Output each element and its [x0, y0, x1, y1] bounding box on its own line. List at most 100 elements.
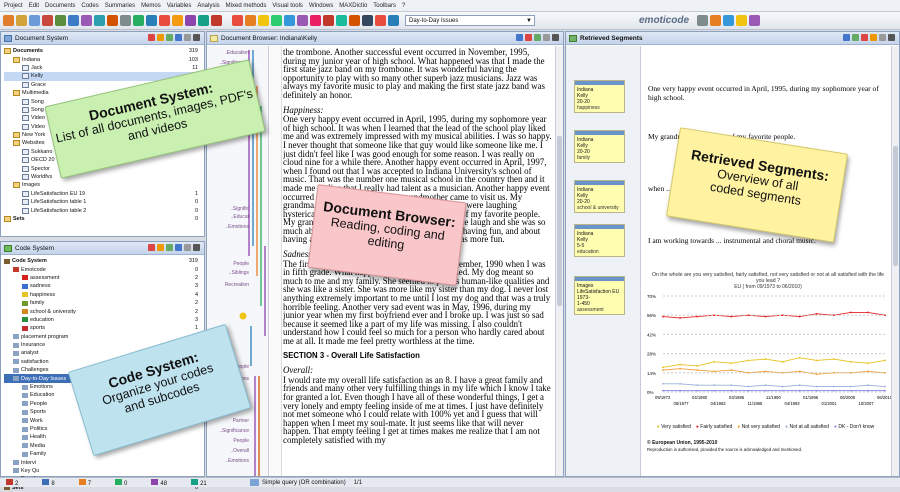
menu-item[interactable]: Visual tools [272, 3, 303, 9]
flag6-icon[interactable] [388, 15, 399, 26]
menu-item[interactable]: Codes [81, 3, 98, 9]
chart-icon[interactable] [159, 15, 170, 26]
menu-item[interactable]: Edit [29, 3, 39, 9]
margin-code-label[interactable]: ..Significance [209, 428, 249, 434]
document-tree-item[interactable]: Indiana 103 [4, 55, 204, 63]
segment-info-box[interactable]: Indiana Kelly 20-20 family [574, 130, 625, 163]
code-tree-item[interactable]: sadness 3 [4, 282, 204, 290]
flag2-icon[interactable] [336, 15, 347, 26]
segment-text[interactable]: I am working towards ... instrumental an… [648, 236, 886, 245]
color-pink-icon[interactable] [310, 15, 321, 26]
sum-icon[interactable] [697, 15, 709, 26]
edit-icon[interactable] [516, 34, 523, 41]
import-icon[interactable] [81, 15, 92, 26]
color-orange-icon[interactable] [245, 15, 256, 26]
document-paragraph[interactable]: I would rate my overall life satisfactio… [283, 375, 553, 445]
code-tree-item[interactable]: Intervi [4, 458, 204, 466]
new-project-icon[interactable] [3, 15, 14, 26]
pin-icon[interactable] [184, 244, 191, 251]
document-tree-item[interactable]: Sets 0 [4, 215, 204, 223]
new-code-icon[interactable] [148, 244, 155, 251]
segments-scrollbar-thumb[interactable] [893, 146, 898, 266]
flag3-icon[interactable] [349, 15, 360, 26]
doc-portrait-icon[interactable] [172, 15, 183, 26]
variables-icon[interactable] [120, 15, 131, 26]
menu-item[interactable]: Analysis [197, 3, 219, 9]
segment-info-box[interactable]: Indiana Kelly 20-20 happiness [574, 80, 625, 113]
code-set-icon[interactable] [166, 244, 173, 251]
margin-code-label[interactable]: ..Siblings [209, 270, 249, 276]
html-icon[interactable] [861, 34, 868, 41]
search-docs-icon[interactable] [175, 34, 182, 41]
margin-code-label[interactable]: People [209, 261, 249, 267]
doc-scrollbar[interactable] [555, 46, 563, 476]
code-tree-item[interactable]: assessment 2 [4, 274, 204, 282]
margin-code-label[interactable]: ..Emotions [209, 224, 249, 230]
document-tree-item[interactable]: LifeSatisfaction table 1 0 [4, 198, 204, 206]
code-tree-item[interactable]: sports 1 [4, 324, 204, 332]
table-icon[interactable] [133, 15, 144, 26]
code-tree-item[interactable]: family 2 [4, 299, 204, 307]
segments-scrollbar[interactable] [891, 46, 899, 476]
menu-item[interactable]: Documents [45, 3, 75, 9]
flag-icon[interactable] [323, 15, 334, 26]
emoticode-logo[interactable]: emoticode [639, 15, 689, 26]
code-tree-item[interactable]: Key Qu [4, 467, 204, 475]
margin-code-label[interactable]: Recreation [209, 282, 249, 288]
cut-icon[interactable] [42, 15, 53, 26]
menu-item[interactable]: Mixed methods [226, 3, 267, 9]
document-tree-item[interactable]: LifeSatisfaction EU 19 1 [4, 190, 204, 198]
document-tree-item[interactable]: Worldfvs [4, 173, 204, 181]
open-project-icon[interactable] [16, 15, 27, 26]
close-icon[interactable] [888, 34, 895, 41]
help-icon[interactable] [749, 15, 761, 26]
segment-info-box[interactable]: Indiana Kelly 5-5 education [574, 224, 625, 257]
doc-set-icon[interactable] [166, 34, 173, 41]
excel-icon[interactable] [852, 34, 859, 41]
document-tree-item[interactable]: Documents 319 [4, 47, 204, 55]
close-icon[interactable] [193, 34, 200, 41]
color-blue-icon[interactable] [284, 15, 295, 26]
margin-code-label[interactable]: People [209, 438, 249, 444]
pin-icon[interactable] [184, 34, 191, 41]
document-paragraph[interactable]: Overall: [283, 366, 553, 375]
code-relations-icon[interactable] [198, 15, 209, 26]
margin-code-label[interactable]: .Education [209, 50, 249, 56]
pin-icon[interactable] [543, 34, 550, 41]
menu-item[interactable]: Variables [167, 3, 192, 9]
menu-item[interactable]: Memos [141, 3, 161, 9]
color-green-icon[interactable] [271, 15, 282, 26]
code-tree-item[interactable]: happiness 4 [4, 291, 204, 299]
color-red-icon[interactable] [232, 15, 243, 26]
segment-info-box[interactable]: Indiana Kelly 20-20 school & university [574, 180, 625, 213]
menu-item[interactable]: Project [4, 3, 23, 9]
copy-icon[interactable] [55, 15, 66, 26]
export-icon[interactable] [843, 34, 850, 41]
save-icon[interactable] [29, 15, 40, 26]
document-paragraph[interactable]: the trombone. Another successful event o… [283, 48, 553, 100]
document-tree-item[interactable]: LifeSatisfaction table 2 0 [4, 206, 204, 214]
segment-text[interactable]: One very happy event occurred in April, … [648, 84, 886, 102]
segment-info-box[interactable]: Images LifeSatisfaction EU 1973- 1-450 asse… [574, 276, 625, 315]
margin-code-label[interactable]: ..Educat [209, 214, 249, 220]
margin-code-label[interactable]: ..Overall [209, 448, 249, 454]
weight-icon[interactable] [870, 34, 877, 41]
code-matrix-icon[interactable] [185, 15, 196, 26]
filter-icon[interactable] [723, 15, 735, 26]
document-tree-item[interactable]: Jack 11 [4, 64, 204, 72]
code-color-icon[interactable] [157, 244, 164, 251]
document-tree-item[interactable]: Images [4, 181, 204, 189]
print-icon[interactable] [534, 34, 541, 41]
close-icon[interactable] [193, 244, 200, 251]
margin-code-label[interactable]: ..Emotions [209, 458, 249, 464]
close-icon[interactable] [552, 34, 559, 41]
search-icon[interactable] [94, 15, 105, 26]
color-purple-icon[interactable] [297, 15, 308, 26]
grid-icon[interactable] [146, 15, 157, 26]
search-codes-icon[interactable] [175, 244, 182, 251]
pin-icon[interactable] [879, 34, 886, 41]
code-tree-item[interactable]: education 3 [4, 316, 204, 324]
document-paragraph[interactable]: Happiness: [283, 105, 553, 115]
menu-item[interactable]: Summaries [105, 3, 135, 9]
margin-code-label[interactable]: ..Signific [209, 206, 249, 212]
